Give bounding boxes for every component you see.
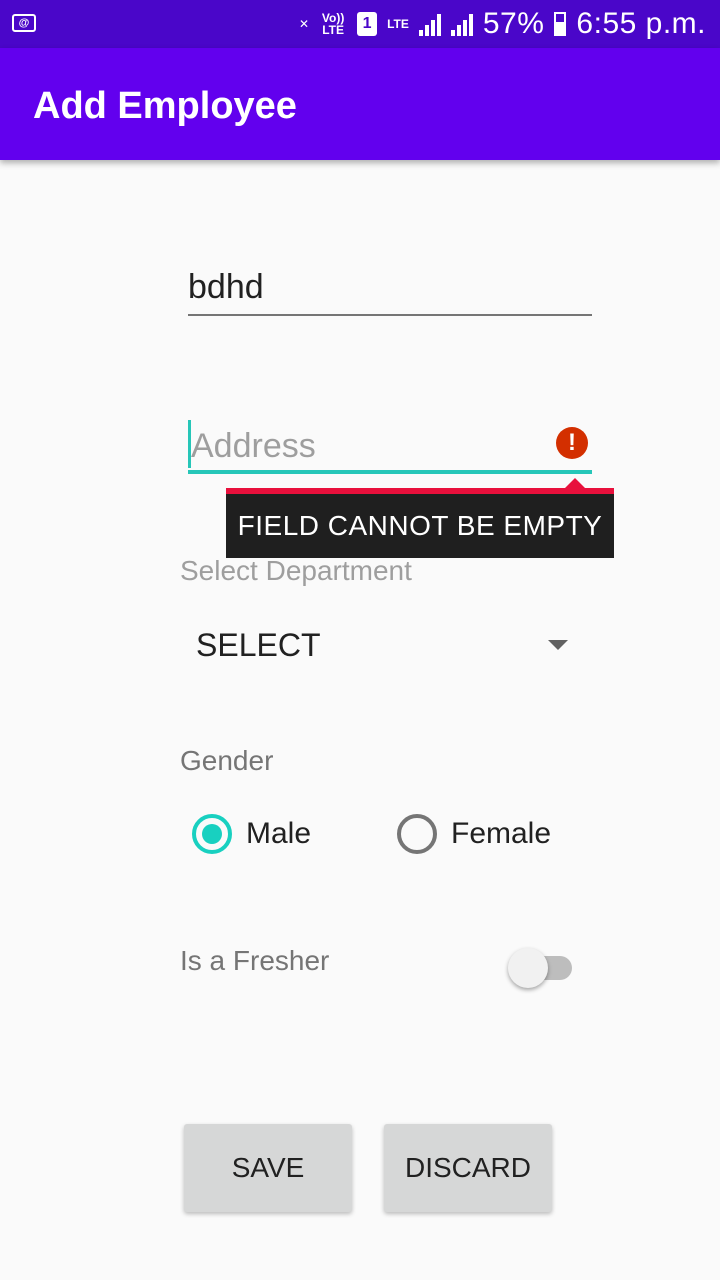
vibrate-mute-icon: ✕	[299, 17, 310, 31]
error-message: FIELD CANNOT BE EMPTY	[237, 510, 603, 541]
discard-button[interactable]: DISCARD	[384, 1124, 552, 1212]
radio-female[interactable]: Female	[397, 812, 551, 856]
department-selected: SELECT	[196, 627, 321, 663]
battery-icon	[554, 12, 567, 36]
network-type-label: LTE	[387, 17, 409, 31]
volte-label: Vo)) LTE	[321, 11, 345, 37]
signal-icon	[418, 12, 441, 36]
page-title: Add Employee	[33, 85, 297, 127]
switch-thumb	[508, 948, 548, 988]
radio-male[interactable]: Male	[192, 812, 311, 856]
fresher-switch[interactable]	[508, 948, 572, 988]
status-bar: @ ✕ Vo)) LTE 1 LTE 57% 6:55 p.m.	[0, 0, 720, 48]
error-icon: !	[556, 427, 588, 459]
fresher-label: Is a Fresher	[180, 945, 330, 976]
radio-label: Female	[451, 817, 552, 850]
radio-checked-icon	[192, 814, 232, 854]
battery-percent: 57%	[482, 7, 545, 40]
error-popup: FIELD CANNOT BE EMPTY	[226, 488, 614, 558]
name-field[interactable]: bdhd	[188, 262, 592, 316]
address-field[interactable]: Address !	[188, 418, 592, 474]
signal-icon-secondary	[450, 12, 473, 36]
save-button[interactable]: SAVE	[184, 1124, 352, 1212]
status-icons: ✕ Vo)) LTE 1 LTE 57% 6:55 p.m.	[299, 0, 706, 48]
gender-label: Gender	[180, 745, 274, 776]
address-placeholder: Address	[191, 427, 316, 465]
dropdown-arrow-icon	[548, 640, 568, 650]
notification-icon: @	[12, 14, 36, 32]
app-bar: Add Employee	[0, 48, 720, 160]
clock: 6:55 p.m.	[576, 7, 706, 40]
radio-label: Male	[246, 817, 312, 850]
department-spinner[interactable]: SELECT	[188, 615, 588, 675]
department-label: Select Department	[180, 555, 412, 586]
radio-unchecked-icon	[397, 814, 437, 854]
sim-slot-icon: 1	[357, 12, 378, 36]
